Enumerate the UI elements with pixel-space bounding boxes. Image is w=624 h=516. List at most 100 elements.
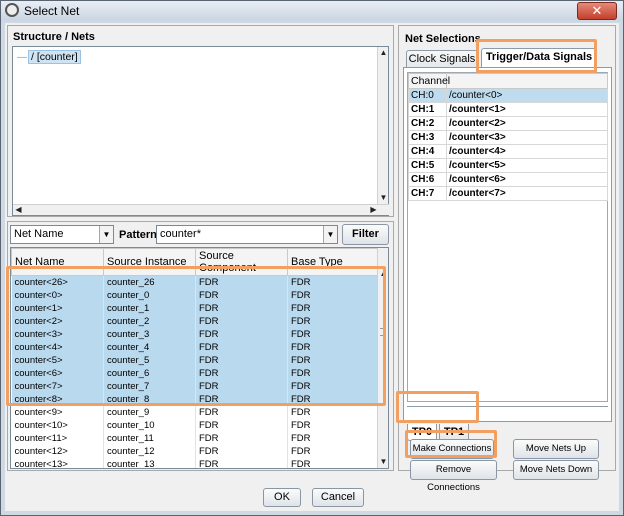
table-row[interactable]: counter<5> counter_5 FDR FDR: [11, 354, 379, 367]
scroll-down-icon[interactable]: ▼: [378, 457, 388, 467]
table-row[interactable]: counter<13> counter_13 FDR FDR: [11, 458, 379, 468]
table-row[interactable]: counter<26> counter_26 FDR FDR: [11, 275, 379, 289]
tab-trigger-data-signals[interactable]: Trigger/Data Signals: [481, 48, 597, 67]
nets-table: Net Name Source Instance Source Componen…: [11, 248, 379, 468]
source-instance-cell: counter_26: [103, 275, 196, 289]
table-row[interactable]: counter<4> counter_4 FDR FDR: [11, 341, 379, 354]
base-type-cell: FDR: [287, 354, 379, 367]
table-row[interactable]: counter<8> counter_8 FDR FDR: [11, 393, 379, 406]
channel-cell: CH:7: [408, 186, 447, 201]
table-row[interactable]: counter<1> counter_1 FDR FDR: [11, 302, 379, 315]
scroll-down-icon[interactable]: ▼: [378, 193, 389, 203]
tree-item-counter[interactable]: / [counter]: [28, 50, 81, 64]
source-component-cell: FDR: [195, 432, 288, 445]
search-mode-value: Net Name: [14, 228, 64, 240]
table-row[interactable]: counter<6> counter_6 FDR FDR: [11, 367, 379, 380]
tree-horizontal-scrollbar[interactable]: ◀ ▶: [13, 204, 389, 215]
nets-table-container: Net Name Source Instance Source Componen…: [10, 247, 389, 469]
table-row[interactable]: counter<9> counter_9 FDR FDR: [11, 406, 379, 419]
ok-button[interactable]: OK: [263, 488, 301, 507]
pattern-input[interactable]: counter* ▼: [156, 225, 338, 244]
source-component-cell: FDR: [195, 289, 288, 302]
table-row[interactable]: counter<12> counter_12 FDR FDR: [11, 445, 379, 458]
net-selections-label: Net Selections: [405, 33, 481, 45]
make-connections-button[interactable]: Make Connections: [410, 439, 494, 459]
net-name-cell: counter<1>: [11, 302, 104, 315]
move-nets-up-button[interactable]: Move Nets Up: [513, 439, 599, 459]
channel-row[interactable]: CH:3/counter<3>: [408, 130, 608, 145]
select-net-dialog: Select Net ✕ Structure / Nets — / [count…: [0, 0, 624, 516]
structure-tree[interactable]: — / [counter] ▲ ▼ ◀ ▶: [12, 46, 389, 216]
tab-clock-signals[interactable]: Clock Signals: [406, 50, 478, 67]
channel-row[interactable]: CH:6/counter<6>: [408, 172, 608, 187]
base-type-cell: FDR: [287, 367, 379, 380]
channel-row[interactable]: CH:1/counter<1>: [408, 102, 608, 117]
net-name-cell: counter<11>: [11, 432, 104, 445]
nets-panel: Net Name ▼ Pattern: counter* ▼ Filter Ne…: [7, 221, 394, 471]
cancel-button[interactable]: Cancel: [312, 488, 364, 507]
chevron-down-icon[interactable]: ▼: [323, 226, 337, 243]
source-instance-cell: counter_11: [103, 432, 196, 445]
col-net[interactable]: [446, 73, 608, 89]
source-component-cell: FDR: [195, 354, 288, 367]
base-type-cell: FDR: [287, 432, 379, 445]
base-type-cell: FDR: [287, 458, 379, 468]
source-instance-cell: counter_8: [103, 393, 196, 406]
source-instance-cell: counter_12: [103, 445, 196, 458]
source-component-cell: FDR: [195, 393, 288, 406]
scroll-up-icon[interactable]: ▲: [378, 48, 389, 58]
channel-row[interactable]: CH:7/counter<7>: [408, 186, 608, 201]
channel-row[interactable]: CH:5/counter<5>: [408, 158, 608, 173]
base-type-cell: FDR: [287, 393, 379, 406]
app-icon: [5, 3, 19, 17]
table-row[interactable]: counter<10> counter_10 FDR FDR: [11, 419, 379, 432]
table-row[interactable]: counter<0> counter_0 FDR FDR: [11, 289, 379, 302]
channels-list-container: Channel CH:0/counter<0> CH:1/counter<1> CH…: [407, 72, 608, 402]
net-name-cell: counter<10>: [11, 419, 104, 432]
close-button[interactable]: ✕: [577, 2, 617, 20]
col-base-type[interactable]: Base Type: [287, 248, 379, 276]
filter-button[interactable]: Filter: [342, 224, 389, 245]
channel-net-cell: /counter<4>: [446, 144, 608, 159]
channel-cell: CH:2: [408, 116, 447, 131]
channel-net-cell: /counter<3>: [446, 130, 608, 145]
channel-row[interactable]: CH:0/counter<0>: [408, 88, 608, 103]
channel-cell: CH:3: [408, 130, 447, 145]
col-source-instance[interactable]: Source Instance: [103, 248, 196, 276]
channels-table: Channel CH:0/counter<0> CH:1/counter<1> CH…: [408, 73, 608, 201]
tree-connector: —: [17, 52, 27, 63]
source-component-cell: FDR: [195, 275, 288, 289]
scroll-right-icon[interactable]: ▶: [368, 205, 379, 215]
channel-row[interactable]: CH:4/counter<4>: [408, 144, 608, 159]
channel-row[interactable]: CH:2/counter<2>: [408, 116, 608, 131]
base-type-cell: FDR: [287, 328, 379, 341]
table-row[interactable]: counter<11> counter_11 FDR FDR: [11, 432, 379, 445]
nets-vertical-scrollbar[interactable]: ▲ ▼: [377, 248, 388, 468]
scroll-left-icon[interactable]: ◀: [13, 205, 24, 215]
channel-cell: CH:1: [408, 102, 447, 117]
source-instance-cell: counter_6: [103, 367, 196, 380]
scroll-up-icon[interactable]: ▲: [378, 269, 388, 279]
structure-label: Structure / Nets: [13, 31, 95, 43]
source-component-cell: FDR: [195, 458, 288, 468]
col-channel[interactable]: Channel: [408, 73, 450, 89]
col-source-component[interactable]: Source Component: [195, 248, 288, 276]
net-selections-panel: Net Selections Clock Signals Trigger/Dat…: [398, 25, 616, 493]
tree-vertical-scrollbar[interactable]: ▲ ▼: [377, 47, 388, 204]
channel-net-cell: /counter<6>: [446, 172, 608, 187]
table-row[interactable]: counter<2> counter_2 FDR FDR: [11, 315, 379, 328]
net-name-cell: counter<6>: [11, 367, 104, 380]
source-component-cell: FDR: [195, 328, 288, 341]
chevron-down-icon[interactable]: ▼: [99, 226, 113, 243]
channel-net-cell: /counter<0>: [446, 88, 608, 103]
trigger-tab-content: Channel CH:0/counter<0> CH:1/counter<1> CH…: [403, 67, 612, 422]
col-net-name[interactable]: Net Name: [11, 248, 104, 276]
search-mode-select[interactable]: Net Name ▼: [10, 225, 114, 244]
scroll-thumb[interactable]: [380, 328, 386, 336]
table-row[interactable]: counter<3> counter_3 FDR FDR: [11, 328, 379, 341]
source-component-cell: FDR: [195, 367, 288, 380]
net-name-cell: counter<2>: [11, 315, 104, 328]
remove-connections-button[interactable]: Remove Connections: [410, 460, 497, 493]
move-nets-down-button[interactable]: Move Nets Down: [513, 460, 599, 480]
table-row[interactable]: counter<7> counter_7 FDR FDR: [11, 380, 379, 393]
